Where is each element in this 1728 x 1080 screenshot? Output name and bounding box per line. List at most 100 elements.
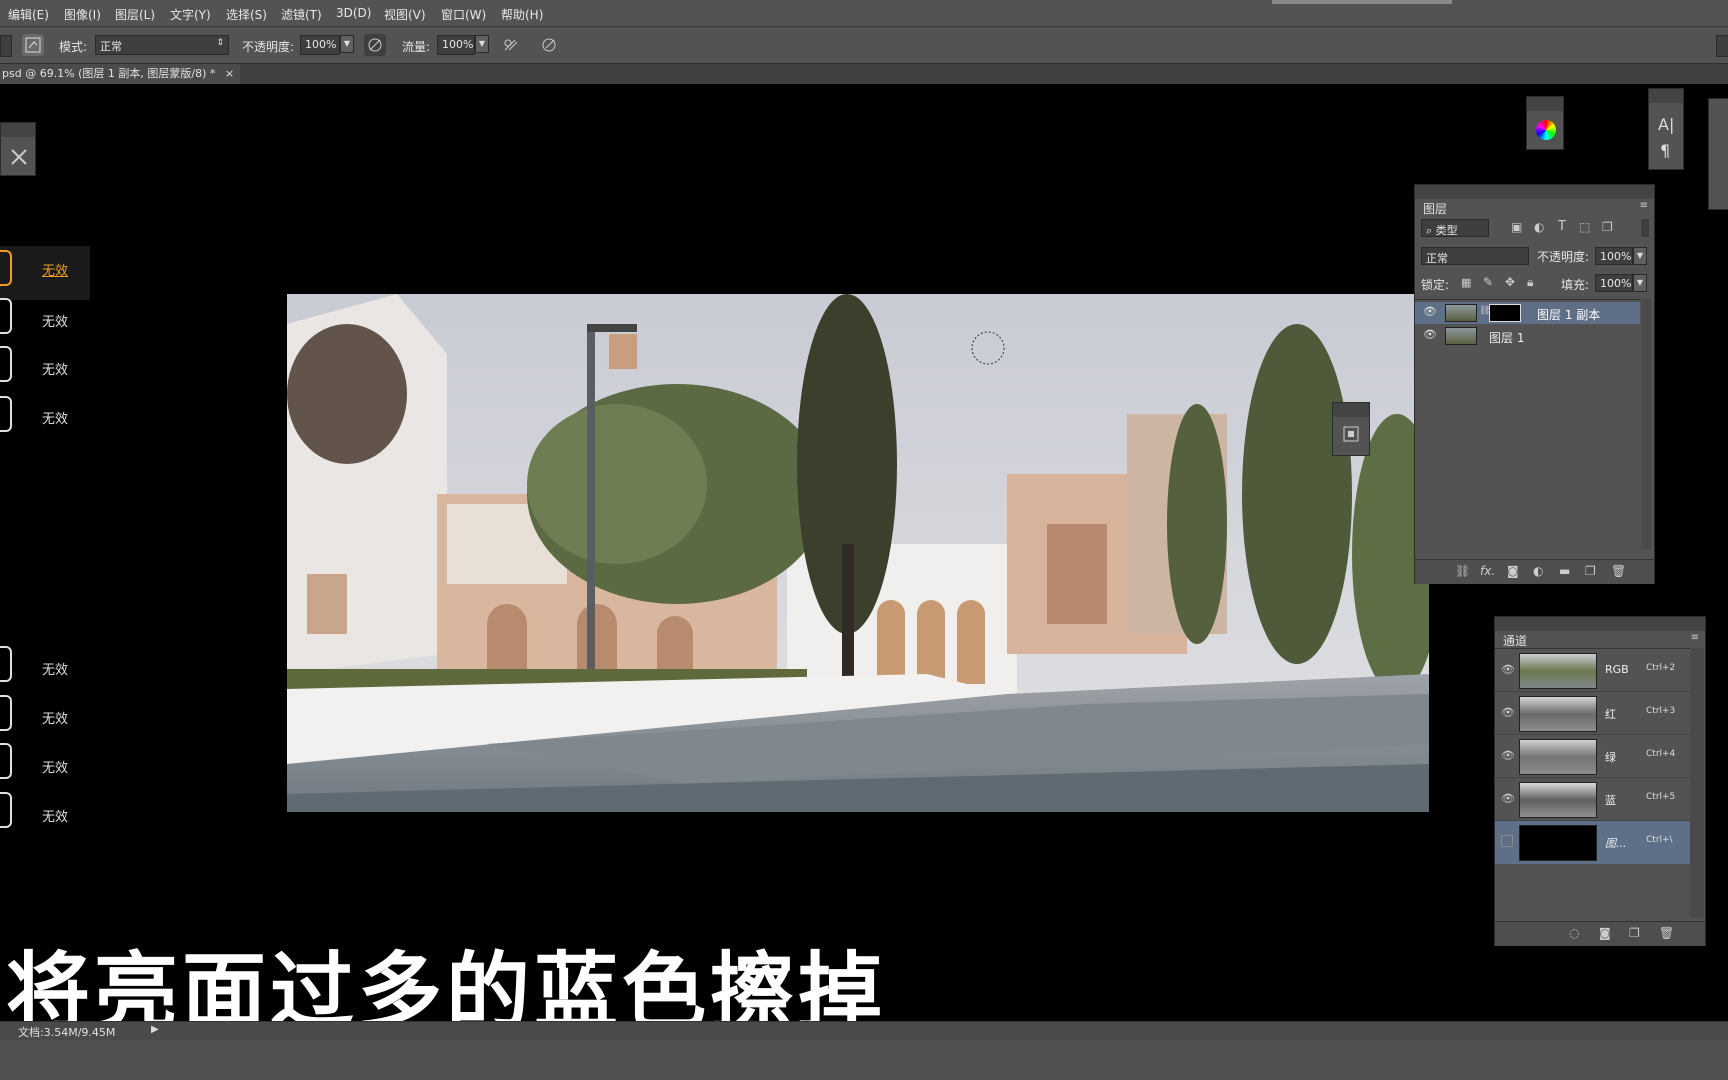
layer-name[interactable]: 图层 1 副本 <box>1537 306 1600 323</box>
menu-view[interactable]: 视图(V) <box>384 6 426 23</box>
shape-filter-icon[interactable]: ⬚ <box>1579 220 1590 234</box>
paragraph-panel-icon[interactable]: ¶ <box>1660 141 1670 160</box>
menu-window[interactable]: 窗口(W) <box>441 6 486 23</box>
preset-toggle-7[interactable] <box>0 743 12 779</box>
layer-thumbnail <box>1445 327 1477 345</box>
layers-scrollbar[interactable] <box>1641 299 1651 549</box>
channel-row[interactable]: 👁︎ 红 Ctrl+3 <box>1495 692 1690 735</box>
timeline-area <box>0 1040 1728 1080</box>
workspace-switcher[interactable] <box>1716 35 1728 57</box>
tool-preset-picker[interactable] <box>0 35 12 57</box>
flow-field[interactable]: 100% <box>437 35 475 55</box>
preset-label-3[interactable]: 无效 <box>42 359 68 378</box>
layer-row[interactable]: 👁︎ 图层 1 <box>1415 325 1640 347</box>
menu-help[interactable]: 帮助(H) <box>501 6 543 23</box>
new-channel-icon[interactable]: ❐ <box>1629 926 1640 940</box>
status-menu-arrow-icon[interactable]: ▶ <box>151 1024 159 1035</box>
lock-move-icon[interactable]: ✥ <box>1505 275 1515 289</box>
airbrush-icon[interactable] <box>500 34 522 56</box>
smart-object-filter-icon[interactable]: ❐ <box>1602 220 1613 234</box>
visibility-eye-icon[interactable]: 👁︎ <box>1501 749 1515 762</box>
preset-toggle-5[interactable] <box>0 646 12 682</box>
menu-filter[interactable]: 滤镜(T) <box>281 6 322 23</box>
channel-row[interactable]: 👁︎ RGB Ctrl+2 <box>1495 649 1690 692</box>
layer-row[interactable]: 👁︎ ⛓ 图层 1 副本 <box>1415 302 1640 324</box>
preset-toggle-1[interactable] <box>0 250 12 286</box>
tools-icon[interactable] <box>9 147 29 167</box>
visibility-eye-icon[interactable]: 👁︎ <box>1423 305 1437 318</box>
channel-row[interactable]: 图... Ctrl+\ <box>1495 821 1690 864</box>
menu-image[interactable]: 图像(I) <box>64 6 101 23</box>
flow-dropdown[interactable]: ▼ <box>475 35 489 53</box>
preset-toggle-4[interactable] <box>0 396 12 432</box>
blend-mode-select[interactable]: 正常 <box>1421 247 1529 265</box>
channels-tab[interactable]: 通道 <box>1503 632 1527 649</box>
document-tab[interactable]: psd @ 69.1% (图层 1 副本, 图层蒙版/8) * × <box>0 64 240 84</box>
menu-layer[interactable]: 图层(L) <box>115 6 155 23</box>
channel-row[interactable]: 👁︎ 绿 Ctrl+4 <box>1495 735 1690 778</box>
channel-row[interactable]: 👁︎ 蓝 Ctrl+5 <box>1495 778 1690 821</box>
preset-label-8[interactable]: 无效 <box>42 806 68 825</box>
close-tab-icon[interactable]: × <box>225 67 234 80</box>
delete-layer-icon[interactable]: 🗑︎ <box>1611 564 1626 578</box>
filter-toggle[interactable] <box>1641 219 1649 237</box>
visibility-eye-icon[interactable]: 👁︎ <box>1501 663 1515 676</box>
panel-menu-icon[interactable]: ≡ <box>1640 200 1648 211</box>
visibility-eye-icon[interactable]: 👁︎ <box>1501 792 1515 805</box>
menu-type[interactable]: 文字(Y) <box>170 6 211 23</box>
menu-3d[interactable]: 3D(D) <box>336 6 371 20</box>
adjustment-layer-icon[interactable]: ◐ <box>1533 564 1543 578</box>
visibility-eye-icon[interactable]: 👁︎ <box>1501 706 1515 719</box>
preset-label-1[interactable]: 无效 <box>42 260 68 279</box>
layer-name[interactable]: 图层 1 <box>1489 329 1524 346</box>
pixel-filter-icon[interactable]: ▣ <box>1511 220 1522 234</box>
brush-panel-icon[interactable] <box>22 34 44 56</box>
fill-field[interactable]: 100% <box>1595 274 1633 292</box>
panel-menu-icon[interactable]: ≡ <box>1691 632 1699 643</box>
fill-value: 100% <box>1600 277 1632 290</box>
layer-opacity-field[interactable]: 100% <box>1595 247 1633 265</box>
channels-scrollbar[interactable] <box>1690 648 1704 918</box>
preset-label-4[interactable]: 无效 <box>42 408 68 427</box>
3d-panel-icon[interactable] <box>1342 425 1360 443</box>
character-panel-icon[interactable]: A| <box>1658 115 1674 134</box>
adjustment-filter-icon[interactable]: ◐ <box>1534 220 1544 234</box>
fx-icon[interactable]: fx. <box>1480 564 1495 578</box>
layer-filter-select[interactable]: ⌕ 类型 <box>1421 219 1489 237</box>
lock-all-icon[interactable]: 🔒︎ <box>1527 275 1533 290</box>
menu-edit[interactable]: 编辑(E) <box>8 6 49 23</box>
preset-toggle-2[interactable] <box>0 298 12 334</box>
lock-transparent-icon[interactable]: ▦ <box>1461 276 1471 289</box>
visibility-eye-icon[interactable]: 👁︎ <box>1423 328 1437 341</box>
layers-tab[interactable]: 图层 <box>1423 200 1447 217</box>
color-wheel-icon[interactable] <box>1536 120 1556 140</box>
layer-opacity-dropdown[interactable]: ▼ <box>1633 247 1647 265</box>
new-group-icon[interactable]: ▬ <box>1559 564 1570 578</box>
opacity-field[interactable]: 100% <box>300 35 340 55</box>
visibility-box[interactable] <box>1501 835 1513 847</box>
preset-toggle-3[interactable] <box>0 346 12 382</box>
preset-toggle-6[interactable] <box>0 695 12 731</box>
opacity-dropdown[interactable]: ▼ <box>340 35 354 53</box>
type-filter-icon[interactable]: T <box>1558 219 1566 234</box>
preset-toggle-8[interactable] <box>0 792 12 828</box>
preset-label-2[interactable]: 无效 <box>42 311 68 330</box>
add-mask-icon[interactable]: ◙ <box>1507 564 1519 578</box>
menu-bar: 编辑(E) 图像(I) 图层(L) 文字(Y) 选择(S) 滤镜(T) 3D(D… <box>0 0 1728 27</box>
save-selection-icon[interactable]: ◙ <box>1599 926 1611 940</box>
fill-dropdown[interactable]: ▼ <box>1633 274 1647 292</box>
preset-label-7[interactable]: 无效 <box>42 757 68 776</box>
load-selection-icon[interactable]: ◌ <box>1569 926 1579 940</box>
layer-mask-thumbnail[interactable] <box>1489 304 1521 322</box>
preset-label-6[interactable]: 无效 <box>42 708 68 727</box>
mode-select[interactable]: 正常 ⇕ <box>95 35 229 55</box>
pressure-size-icon[interactable] <box>538 34 560 56</box>
new-layer-icon[interactable]: ❐ <box>1585 564 1596 578</box>
link-layers-icon[interactable]: ⛓ <box>1455 564 1470 578</box>
menu-select[interactable]: 选择(S) <box>226 6 267 23</box>
document-canvas[interactable] <box>287 294 1429 812</box>
pressure-opacity-icon[interactable] <box>364 34 386 56</box>
preset-label-5[interactable]: 无效 <box>42 659 68 678</box>
delete-channel-icon[interactable]: 🗑︎ <box>1659 926 1674 940</box>
lock-paint-icon[interactable]: ✎ <box>1483 275 1493 289</box>
